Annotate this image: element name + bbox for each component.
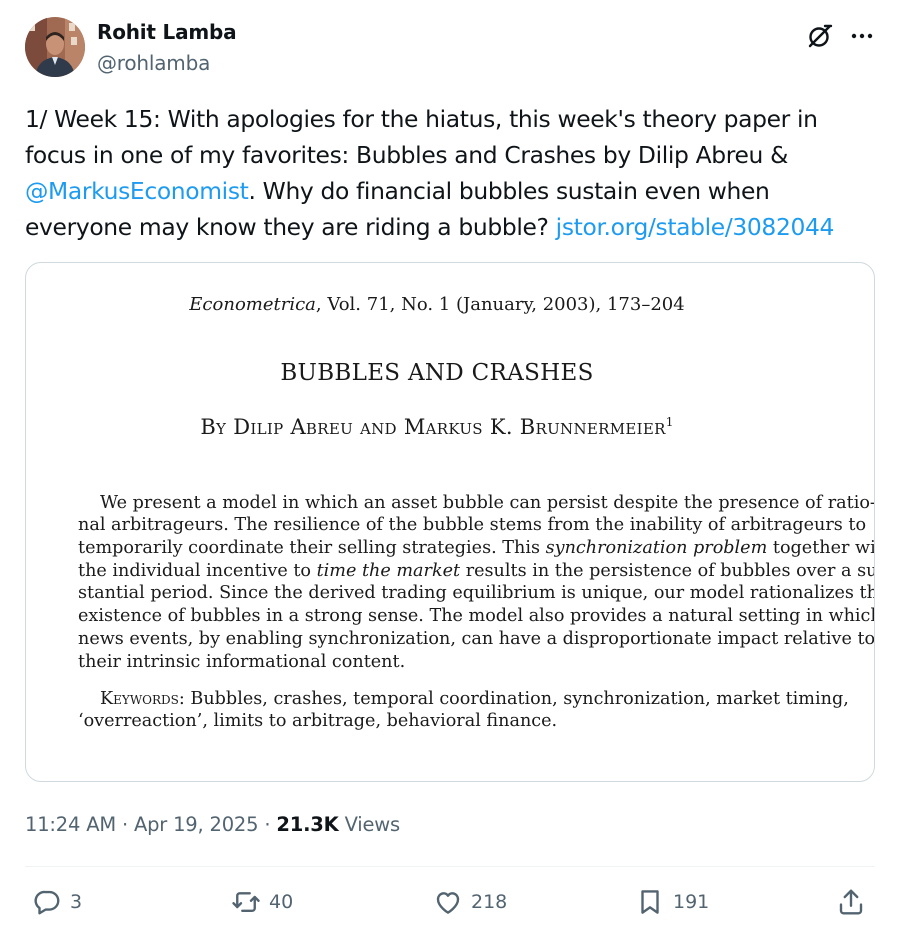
tweet-text-part: 1/ Week 15: With apologies for the hiatu… <box>25 105 818 169</box>
abstract-line: existence of bubbles in a strong sense. … <box>78 606 875 626</box>
keywords-line: Keywords: Bubbles, crashes, temporal coo… <box>100 689 849 709</box>
share-icon <box>839 889 863 915</box>
media-image-card[interactable]: Econometrica, Vol. 71, No. 1 (January, 2… <box>25 262 875 782</box>
paper-authors: By Dilip Abreu and Markus K. Brunnermeie… <box>26 415 848 439</box>
repost-icon <box>232 892 260 912</box>
abstract-text: the individual incentive to <box>78 561 317 581</box>
abstract-line: stantial period. Since the derived tradi… <box>78 583 875 603</box>
footnote-marker: 1 <box>665 415 674 429</box>
paper-author-names: By Dilip Abreu and Markus K. Brunnermeie… <box>200 415 666 439</box>
more-icon[interactable] <box>848 22 876 50</box>
abstract-line: their intrinsic informational content. <box>78 652 406 672</box>
abstract-text: results in the persistence of bubbles ov… <box>460 561 875 581</box>
meta-separator: · <box>264 813 271 836</box>
journal-details: , Vol. 71, No. 1 (January, 2003), 173–20… <box>315 294 685 315</box>
abstract-line: temporarily coordinate their selling str… <box>78 538 874 558</box>
keywords-label: Keywords: <box>100 689 185 709</box>
avatar[interactable] <box>25 17 85 77</box>
keywords-text: Bubbles, crashes, temporal coordination,… <box>184 689 849 709</box>
reply-icon <box>34 890 60 915</box>
views-count: 21.3K <box>276 813 339 836</box>
author-handle[interactable]: @rohlamba <box>97 51 210 75</box>
reply-count: 3 <box>70 891 83 913</box>
abstract-emphasis: time the market <box>316 561 461 581</box>
views-label: Views <box>344 813 401 836</box>
divider <box>25 866 875 867</box>
paper-title: BUBBLES AND CRASHES <box>280 360 594 386</box>
tweet-meta: 11:24 AM · Apr 19, 2025 · 21.3K Views <box>25 813 400 836</box>
abstract-emphasis: synchronization problem <box>545 538 768 558</box>
abstract-text: temporarily coordinate their selling str… <box>78 538 546 558</box>
like-icon <box>436 892 460 914</box>
reply-button[interactable]: 3 <box>32 885 82 919</box>
tweet-time[interactable]: 11:24 AM <box>25 813 116 836</box>
mention-link[interactable]: @MarkusEconomist <box>25 177 249 205</box>
bookmark-button[interactable]: 191 <box>635 885 709 919</box>
abstract-line: We present a model in which an asset bub… <box>100 493 875 513</box>
external-link[interactable]: jstor.org/stable/3082044 <box>556 213 835 241</box>
keywords-line: ‘overreaction’, limits to arbitrage, beh… <box>78 711 558 731</box>
meta-separator: · <box>121 813 128 836</box>
grok-icon[interactable] <box>806 22 834 50</box>
abstract-text: together with <box>772 538 875 558</box>
tweet-text: 1/ Week 15: With apologies for the hiatu… <box>25 101 875 245</box>
abstract-line: the individual incentive to time the mar… <box>78 561 874 581</box>
abstract-line: news events, by enabling synchronization… <box>78 629 875 649</box>
repost-button[interactable]: 40 <box>231 885 293 919</box>
abstract-line: nal arbitrageurs. The resilience of the … <box>78 515 867 535</box>
like-count: 218 <box>471 891 508 913</box>
repost-count: 40 <box>269 891 294 913</box>
journal-name: Econometrica <box>189 294 316 315</box>
author-name[interactable]: Rohit Lamba <box>97 20 237 44</box>
bookmark-count: 191 <box>673 891 710 913</box>
like-button[interactable]: 218 <box>433 885 507 919</box>
share-button[interactable] <box>836 885 866 919</box>
paper-journal: Econometrica, Vol. 71, No. 1 (January, 2… <box>26 294 848 315</box>
tweet-date[interactable]: Apr 19, 2025 <box>134 813 259 836</box>
bookmark-icon <box>641 890 659 914</box>
